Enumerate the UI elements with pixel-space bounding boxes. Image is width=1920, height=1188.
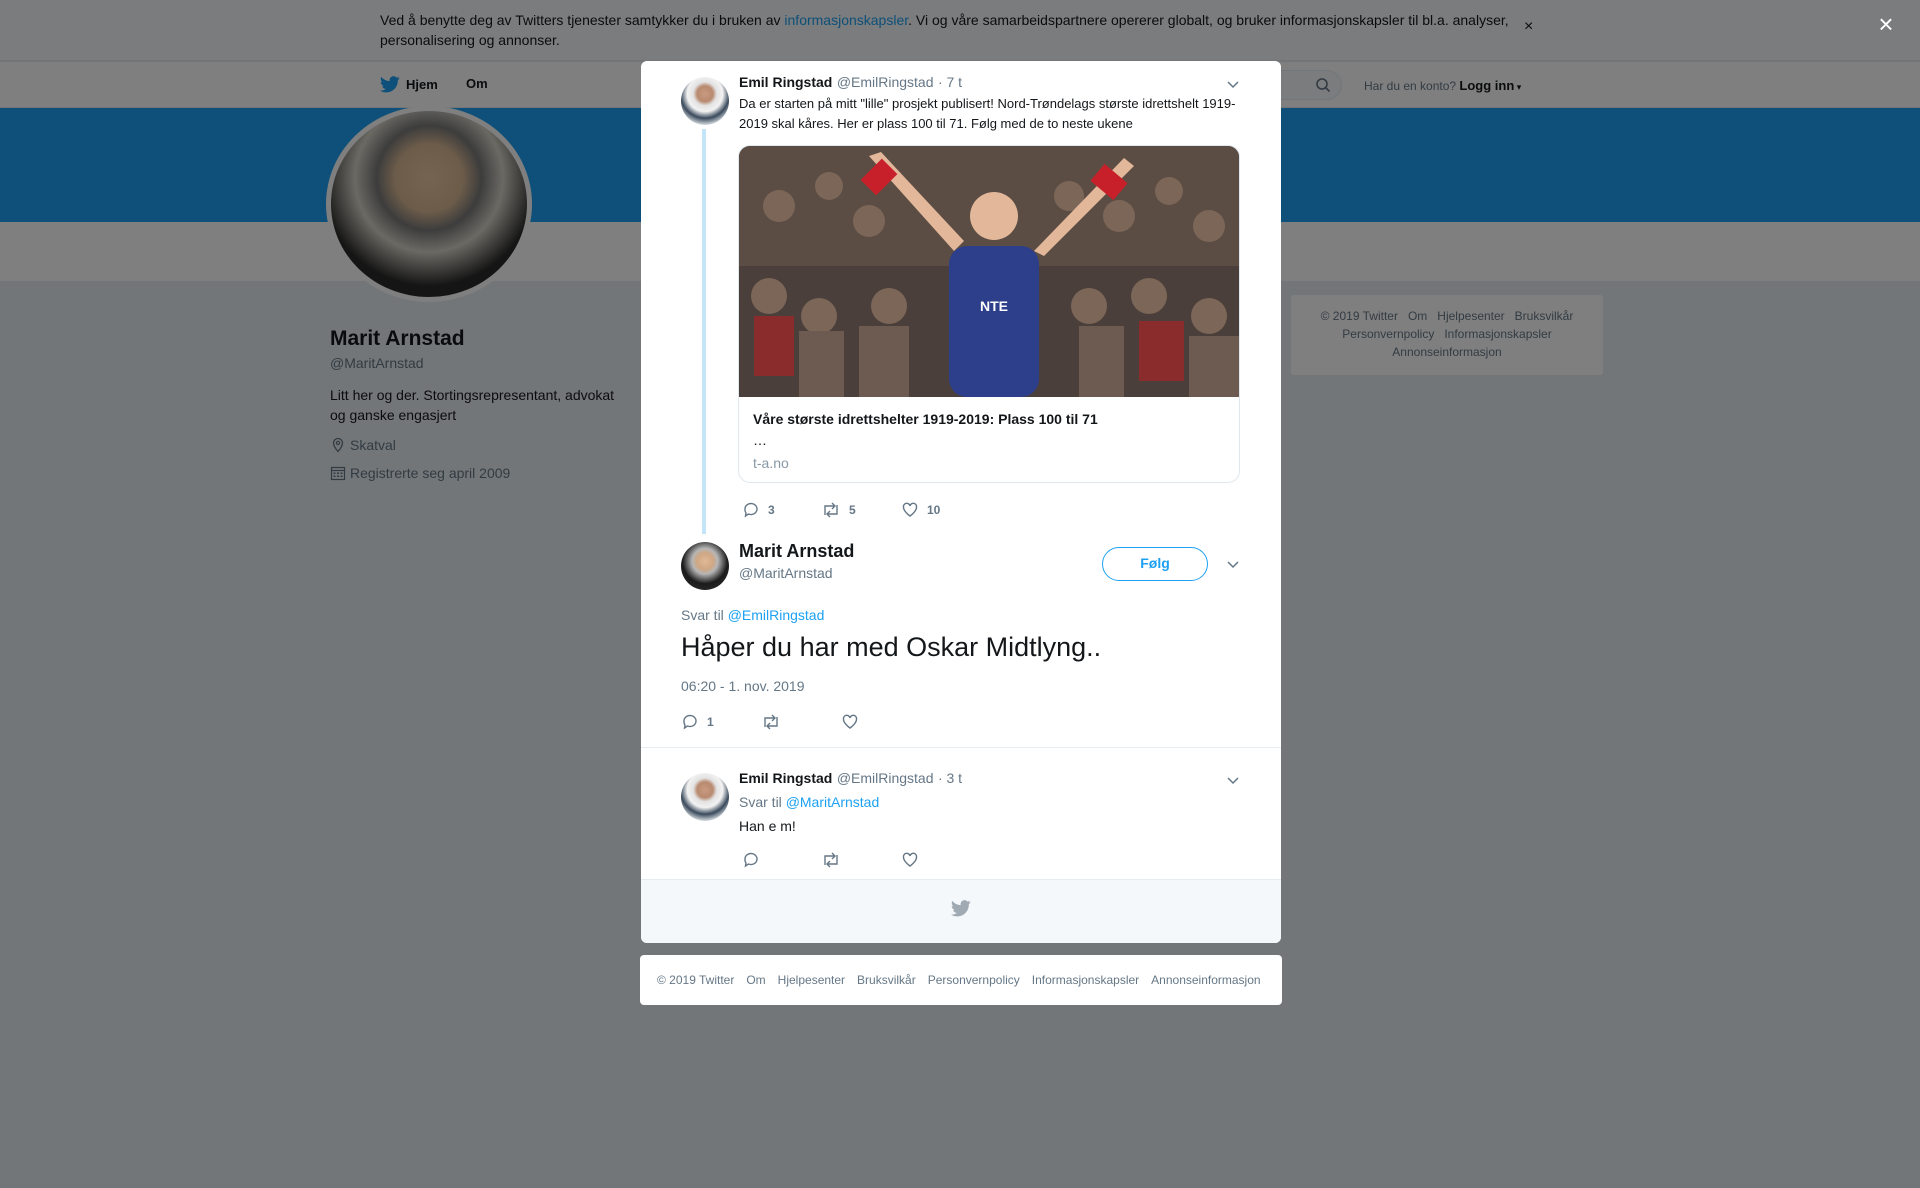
main-tweet-text: Håper du har med Oskar Midtlyng.. [681,632,1102,662]
tweet3-author-handle[interactable]: @EmilRingstad [837,770,934,786]
jersey-logo-text: NTE [980,298,1008,314]
modal-footer [641,879,1281,943]
card-title: Våre største idrettshelter 1919-2019: Pl… [753,411,1098,427]
close-icon[interactable]: × [1874,11,1898,37]
main-tweet-time[interactable]: 06:20 - 1. nov. 2019 [681,678,805,694]
divider [641,747,1281,748]
main-author-handle[interactable]: @MaritArnstad [739,565,833,581]
tweet1-text: Da er starten på mitt "lille" prosjekt p… [739,96,1236,131]
thread-connector [702,129,706,534]
reply-button[interactable]: 3 [742,501,775,519]
footer-privacy-link[interactable]: Personvernpolicy [928,973,1020,987]
footer-terms-link[interactable]: Bruksvilkår [857,973,916,987]
bottom-footer: © 2019 Twitter Om Hjelpesenter Bruksvilk… [640,955,1282,1005]
footer-copyright: © 2019 Twitter [657,973,735,987]
card-domain: t-a.no [753,455,789,471]
like-button[interactable] [901,851,919,869]
main-reply-context: Svar til @EmilRingstad [681,607,824,623]
link-card[interactable]: NTE Våre største idrettshelter 1919-2019… [738,145,1240,483]
reply-to-link[interactable]: @MaritArnstad [786,794,880,810]
reply-to-link[interactable]: @EmilRingstad [728,607,825,623]
reply-icon [744,502,758,518]
retweet-icon [764,714,778,730]
avatar-marit[interactable] [681,542,729,590]
card-photo: NTE [739,146,1239,397]
reply-icon [744,852,758,868]
tweet1-author-name[interactable]: Emil Ringstad [739,74,832,90]
tweet1-author-handle[interactable]: @EmilRingstad [837,74,934,90]
retweet-count: 5 [849,503,856,517]
card-image: NTE [739,146,1239,397]
retweet-icon [824,852,838,868]
chevron-down-icon[interactable] [1226,773,1240,787]
card-description: … [753,432,767,448]
tweet1-header: Emil Ringstad @EmilRingstad · 7 t [739,74,962,92]
reply-count: 1 [707,715,714,729]
retweet-icon [824,502,838,518]
heart-icon [902,852,918,867]
like-button[interactable] [841,713,859,731]
heart-icon [902,502,918,517]
reply-prefix: Svar til [681,607,724,623]
tweet3-text: Han e m! [739,818,796,834]
tweet-modal: Emil Ringstad @EmilRingstad · 7 t Da er … [641,61,1281,943]
tweet3-header: Emil Ringstad @EmilRingstad · 3 t [739,770,962,788]
chevron-down-icon[interactable] [1226,77,1240,91]
reply-icon [683,714,697,730]
tweet1-time[interactable]: · 7 t [938,74,962,90]
chevron-down-icon[interactable] [1226,557,1240,571]
avatar-emil[interactable] [681,773,729,821]
twitter-bird-icon [951,900,971,917]
retweet-button[interactable] [821,851,841,869]
follow-button[interactable]: Følg [1102,547,1208,581]
main-author-name[interactable]: Marit Arnstad [739,541,854,562]
avatar-emil[interactable] [681,77,729,125]
footer-help-link[interactable]: Hjelpesenter [778,973,845,987]
like-count: 10 [927,503,941,517]
tweet3-time[interactable]: · 3 t [938,770,962,786]
heart-icon [842,714,858,729]
reply-button[interactable] [742,851,760,869]
footer-ads-link[interactable]: Annonseinformasjon [1151,973,1260,987]
footer-cookies-link[interactable]: Informasjonskapsler [1032,973,1139,987]
retweet-button[interactable] [761,713,781,731]
like-button[interactable]: 10 [901,501,940,519]
reply-prefix: Svar til [739,794,782,810]
reply-count: 3 [768,503,775,517]
tweet3-author-name[interactable]: Emil Ringstad [739,770,832,786]
retweet-button[interactable]: 5 [821,501,856,519]
tweet3-reply-context: Svar til @MaritArnstad [739,794,879,810]
footer-about-link[interactable]: Om [746,973,765,987]
reply-button[interactable]: 1 [681,713,714,731]
